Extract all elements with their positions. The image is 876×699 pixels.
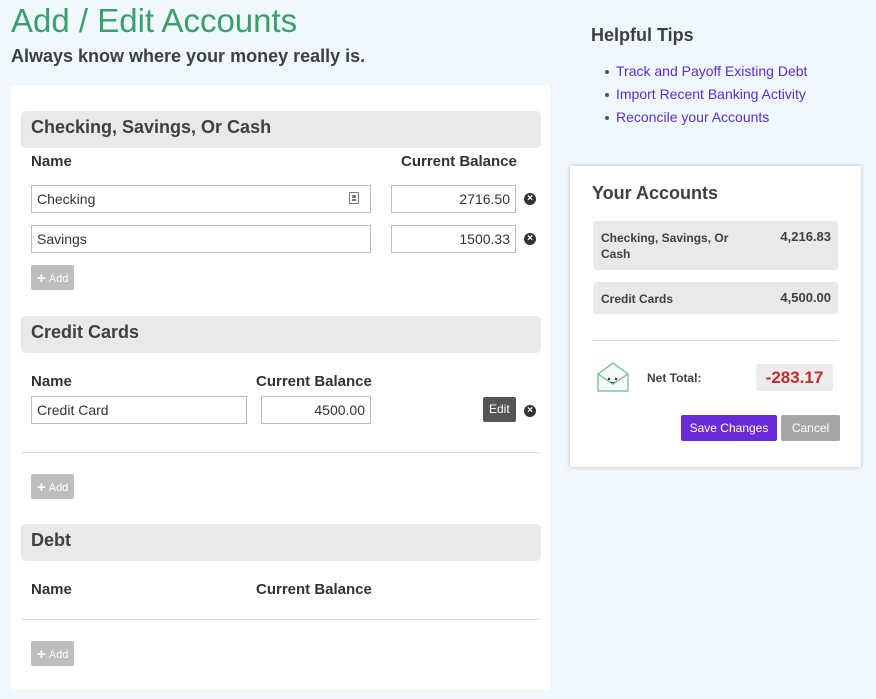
- summary-row-label: Credit Cards: [601, 292, 674, 306]
- edit-credit-card-button[interactable]: Edit: [483, 397, 516, 422]
- remove-checking-icon[interactable]: ×: [524, 193, 536, 205]
- cash-column-name: Name: [31, 153, 72, 170]
- envelope-mascot-icon: [597, 362, 629, 392]
- remove-credit-card-icon[interactable]: ×: [524, 405, 536, 417]
- summary-row-value: 4,500.00: [780, 290, 831, 305]
- net-total-value: -283.17: [756, 364, 833, 391]
- tip-item: Reconcile your Accounts: [605, 108, 807, 131]
- summary-row-credit: Credit Cards 4,500.00: [593, 282, 838, 314]
- net-total-label: Net Total:: [647, 371, 702, 385]
- cash-account-name-input-checking[interactable]: [31, 185, 371, 213]
- debt-column-name: Name: [31, 581, 72, 598]
- tip-item: Track and Payoff Existing Debt: [605, 62, 807, 85]
- debt-section-divider: [21, 619, 541, 620]
- credit-column-balance: Current Balance: [256, 373, 372, 390]
- summary-divider: [593, 340, 838, 341]
- page-tagline: Always know where your money really is.: [11, 46, 366, 66]
- cash-account-balance-input-savings[interactable]: [391, 225, 516, 253]
- credit-card-balance-input[interactable]: [261, 396, 371, 424]
- add-debt-button[interactable]: + Add: [31, 641, 75, 666]
- add-debt-label: Add: [48, 649, 69, 661]
- contact-card-icon[interactable]: [349, 192, 359, 204]
- save-changes-button[interactable]: Save Changes: [681, 415, 777, 441]
- cash-account-balance-input-checking[interactable]: [391, 185, 516, 213]
- add-cash-account-button[interactable]: + Add: [31, 265, 75, 290]
- your-accounts-panel: Your Accounts Checking, Savings, Or Cash…: [570, 166, 861, 467]
- summary-row-value: 4,216.83: [780, 229, 831, 244]
- add-credit-card-button[interactable]: + Add: [31, 474, 75, 499]
- remove-savings-icon[interactable]: ×: [524, 233, 536, 245]
- credit-column-name: Name: [31, 373, 72, 390]
- plus-icon: +: [37, 646, 46, 663]
- your-accounts-title: Your Accounts: [592, 183, 719, 203]
- cash-account-name-input-savings[interactable]: [31, 225, 371, 253]
- add-credit-label: Add: [48, 482, 69, 494]
- section-header-cash: Checking, Savings, Or Cash: [21, 111, 541, 148]
- section-header-credit: Credit Cards: [21, 316, 541, 353]
- tip-link-import-activity[interactable]: Import Recent Banking Activity: [616, 86, 806, 102]
- plus-icon: +: [37, 479, 46, 496]
- credit-card-name-input[interactable]: [31, 396, 247, 424]
- debt-column-balance: Current Balance: [256, 581, 372, 598]
- tip-item: Import Recent Banking Activity: [605, 85, 807, 108]
- credit-section-divider: [21, 452, 541, 453]
- summary-row-label: Checking, Savings, Or Cash: [601, 231, 729, 261]
- add-cash-label: Add: [48, 273, 69, 285]
- section-header-debt: Debt: [21, 524, 541, 561]
- tip-link-reconcile[interactable]: Reconcile your Accounts: [616, 109, 769, 125]
- cancel-button[interactable]: Cancel: [781, 415, 840, 441]
- summary-row-cash: Checking, Savings, Or Cash 4,216.83: [593, 221, 838, 270]
- page-title: Add / Edit Accounts: [11, 2, 298, 39]
- helpful-tips-title: Helpful Tips: [591, 25, 694, 45]
- plus-icon: +: [37, 270, 46, 287]
- tip-link-track-debt[interactable]: Track and Payoff Existing Debt: [616, 63, 807, 79]
- accounts-form-panel: Checking, Savings, Or Cash Name Current …: [11, 85, 550, 690]
- helpful-tips-list: Track and Payoff Existing Debt Import Re…: [605, 62, 807, 131]
- cash-column-balance: Current Balance: [401, 153, 517, 170]
